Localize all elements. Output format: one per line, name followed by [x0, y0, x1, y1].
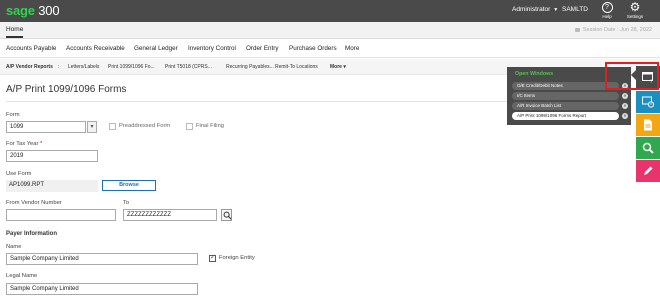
chevron-down-icon[interactable]: ▾	[87, 121, 97, 133]
documents-button[interactable]	[636, 114, 660, 136]
payer-section-heading: Payer Information	[6, 231, 58, 237]
tax-year-label: For Tax Year *	[6, 141, 43, 147]
notes-button[interactable]	[636, 160, 660, 182]
name-input[interactable]: Sample Company Limited	[6, 253, 198, 265]
task-letters-labels[interactable]: Letters/Labels	[68, 64, 99, 70]
final-filing-label: Final Filing	[196, 123, 225, 129]
help-button[interactable]: ? Help	[596, 2, 618, 19]
foreign-entity-label: Foreign Entity	[219, 255, 255, 261]
search-icon	[223, 211, 232, 220]
browse-button[interactable]: Browse	[102, 180, 156, 191]
tax-year-input[interactable]: 2019	[6, 150, 98, 162]
settings-button[interactable]: ⚙ Settings	[624, 0, 646, 19]
caret-down-icon: ▼	[553, 7, 559, 13]
search-button[interactable]	[636, 137, 660, 159]
task-remit-to-locations[interactable]: Remit-To Locations	[275, 64, 318, 70]
preaddressed-label: Preaddressed Form	[119, 123, 171, 129]
legal-name-label: Legal Name	[6, 273, 38, 279]
top-bar: sage 300 Administrator ▼ SAMLTD ? Help ⚙ …	[0, 0, 660, 22]
open-window-item[interactable]: A/R Invoice Batch List ✕	[512, 102, 628, 110]
sage-logo[interactable]: sage 300	[6, 3, 60, 18]
page-title: A/P Print 1099/1096 Forms	[6, 84, 127, 95]
close-icon[interactable]: ✕	[622, 93, 628, 99]
user-menu[interactable]: Administrator ▼	[512, 6, 558, 13]
company-code: SAMLTD	[562, 6, 588, 13]
use-form-value: AP1099.RPT	[6, 180, 98, 192]
to-vendor-input[interactable]: ZZZZZZZZZZZZ	[123, 209, 217, 221]
form-select[interactable]: 1099	[6, 121, 86, 133]
nav-accounts-receivable[interactable]: Accounts Receivable	[66, 45, 125, 52]
form-label: Form	[6, 112, 20, 118]
nav-inventory-control[interactable]: Inventory Control	[188, 45, 236, 52]
highlight-box	[605, 62, 659, 90]
nav-more[interactable]: More	[345, 45, 359, 52]
nav-accounts-payable[interactable]: Accounts Payable	[6, 45, 56, 52]
scheduled-reports-button[interactable]	[636, 91, 660, 113]
task-group-vendor-reports[interactable]: A/P Vendor Reports	[6, 64, 53, 70]
nav-purchase-orders[interactable]: Purchase Orders	[289, 45, 337, 52]
task-print-1099[interactable]: Print 1099/1096 Fo...	[108, 64, 155, 70]
session-date: Session Date : Jun 28, 2022	[574, 27, 652, 33]
open-windows-title: Open Windows	[515, 71, 554, 77]
module-nav: Accounts Payable Accounts Receivable Gen…	[0, 39, 660, 58]
foreign-entity-checkbox[interactable]	[209, 253, 216, 262]
task-separator: :	[58, 64, 60, 70]
tab-home[interactable]: Home	[6, 26, 24, 38]
screen-clock-icon	[642, 96, 654, 108]
nav-order-entry[interactable]: Order Entry	[246, 45, 279, 52]
from-vendor-label: From Vendor Number	[6, 200, 62, 206]
from-vendor-input[interactable]	[6, 209, 116, 221]
close-icon[interactable]: ✕	[622, 103, 628, 109]
lock-icon	[574, 27, 580, 32]
legal-name-input[interactable]: Sample Company Limited	[6, 283, 198, 295]
nav-general-ledger[interactable]: General Ledger	[134, 45, 178, 52]
task-print-t5018[interactable]: Print T5018 (CPRS...	[165, 64, 212, 70]
search-icon	[642, 142, 654, 154]
to-vendor-finder-button[interactable]	[221, 209, 232, 221]
to-label: To	[123, 200, 130, 206]
document-icon	[644, 119, 652, 131]
home-row: Home Session Date : Jun 28, 2022	[0, 22, 660, 39]
use-form-label: Use Form	[6, 171, 32, 177]
task-more[interactable]: More ▾	[330, 64, 346, 70]
close-icon[interactable]: ✕	[622, 113, 628, 119]
help-icon: ?	[601, 2, 613, 13]
pencil-icon	[644, 166, 653, 175]
gear-icon: ⚙	[629, 0, 641, 14]
preaddressed-checkbox[interactable]	[109, 123, 116, 130]
final-filing-checkbox[interactable]	[186, 123, 193, 130]
open-window-item-active[interactable]: A/P Print 1099/1096 Forms Report ✕	[512, 112, 628, 120]
open-window-item[interactable]: I/C Items ✕	[512, 92, 628, 100]
name-label: Name	[6, 244, 22, 250]
task-recurring-payables[interactable]: Recurring Payables...	[226, 64, 274, 70]
